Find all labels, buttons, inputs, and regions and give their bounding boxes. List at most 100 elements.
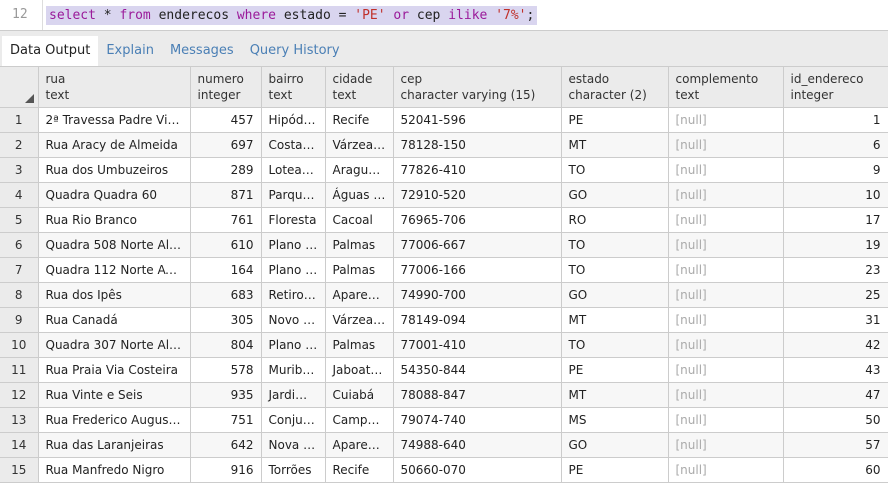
row-number[interactable]: 9	[0, 307, 39, 333]
table-row[interactable]: 3 Rua dos Umbuzeiros 289 Loteam... Araguaína…	[0, 157, 888, 183]
cell-complemento[interactable]: [null]	[668, 382, 784, 408]
cell-numero[interactable]: 289	[190, 157, 262, 183]
cell-cidade[interactable]: Cuiabá	[325, 382, 394, 408]
table-row[interactable]: 6 Quadra 508 Norte Ala... 610 Plano D... Pal…	[0, 232, 888, 258]
cell-estado[interactable]: PE	[561, 457, 669, 483]
cell-bairro[interactable]: Retiro d...	[261, 282, 326, 308]
row-number[interactable]: 5	[0, 207, 39, 233]
cell-estado[interactable]: MT	[561, 132, 669, 158]
cell-estado[interactable]: PE	[561, 107, 669, 133]
cell-numero[interactable]: 761	[190, 207, 262, 233]
column-header-cidade[interactable]: cidade text	[325, 67, 394, 108]
row-number[interactable]: 12	[0, 382, 39, 408]
cell-complemento[interactable]: [null]	[668, 332, 784, 358]
cell-cep[interactable]: 50660-070	[393, 457, 562, 483]
table-row[interactable]: 12 Rua Vinte e Seis 935 Jardim ... Cuiabá 780…	[0, 382, 888, 408]
cell-id_endereco[interactable]: 50	[783, 407, 888, 433]
cell-rua[interactable]: Quadra 508 Norte Ala...	[38, 232, 191, 258]
cell-id_endereco[interactable]: 17	[783, 207, 888, 233]
cell-id_endereco[interactable]: 9	[783, 157, 888, 183]
cell-bairro[interactable]: Floresta	[261, 207, 326, 233]
cell-estado[interactable]: TO	[561, 232, 669, 258]
cell-bairro[interactable]: Jardim ...	[261, 382, 326, 408]
cell-complemento[interactable]: [null]	[668, 357, 784, 383]
cell-numero[interactable]: 935	[190, 382, 262, 408]
cell-rua[interactable]: Rua Manfredo Nigro	[38, 457, 191, 483]
cell-complemento[interactable]: [null]	[668, 182, 784, 208]
cell-complemento[interactable]: [null]	[668, 132, 784, 158]
cell-rua[interactable]: Rua Aracy de Almeida	[38, 132, 191, 158]
cell-cep[interactable]: 78128-150	[393, 132, 562, 158]
cell-estado[interactable]: RO	[561, 207, 669, 233]
cell-numero[interactable]: 578	[190, 357, 262, 383]
cell-bairro[interactable]: Novo M...	[261, 307, 326, 333]
cell-bairro[interactable]: Nova Ol...	[261, 432, 326, 458]
cell-cep[interactable]: 74990-700	[393, 282, 562, 308]
cell-cep[interactable]: 77006-166	[393, 257, 562, 283]
cell-bairro[interactable]: Torrões	[261, 457, 326, 483]
cell-bairro[interactable]: Hipódr...	[261, 107, 326, 133]
row-number[interactable]: 8	[0, 282, 39, 308]
cell-numero[interactable]: 642	[190, 432, 262, 458]
cell-id_endereco[interactable]: 47	[783, 382, 888, 408]
cell-id_endereco[interactable]: 43	[783, 357, 888, 383]
table-row[interactable]: 11 Rua Praia Via Costeira 578 Muribeca Jaboa…	[0, 357, 888, 383]
tab-query-history[interactable]: Query History	[242, 36, 348, 66]
cell-cidade[interactable]: Várzea ...	[325, 132, 394, 158]
cell-numero[interactable]: 610	[190, 232, 262, 258]
column-header-complemento[interactable]: complemento text	[668, 67, 784, 108]
cell-rua[interactable]: Rua Canadá	[38, 307, 191, 333]
cell-estado[interactable]: MS	[561, 407, 669, 433]
select-all-corner[interactable]	[0, 67, 39, 108]
row-number[interactable]: 3	[0, 157, 39, 183]
cell-cidade[interactable]: Recife	[325, 457, 394, 483]
cell-estado[interactable]: TO	[561, 157, 669, 183]
cell-id_endereco[interactable]: 6	[783, 132, 888, 158]
cell-id_endereco[interactable]: 1	[783, 107, 888, 133]
tab-messages[interactable]: Messages	[162, 36, 242, 66]
cell-cidade[interactable]: Palmas	[325, 332, 394, 358]
row-number[interactable]: 6	[0, 232, 39, 258]
table-row[interactable]: 1 2ª Travessa Padre Vile... 457 Hipódr... Re…	[0, 107, 888, 133]
cell-cep[interactable]: 76965-706	[393, 207, 562, 233]
tab-data-output[interactable]: Data Output	[2, 36, 99, 66]
row-number[interactable]: 13	[0, 407, 39, 433]
table-row[interactable]: 5 Rua Rio Branco 761 Floresta Cacoal 76965-70…	[0, 207, 888, 233]
cell-bairro[interactable]: Plano D...	[261, 232, 326, 258]
cell-cep[interactable]: 78088-847	[393, 382, 562, 408]
cell-estado[interactable]: GO	[561, 282, 669, 308]
cell-numero[interactable]: 871	[190, 182, 262, 208]
tab-explain[interactable]: Explain	[98, 36, 162, 66]
sql-query-line[interactable]: select * from enderecos where estado = '…	[46, 5, 538, 25]
cell-bairro[interactable]: Parque ...	[261, 182, 326, 208]
cell-cidade[interactable]: Jaboatã...	[325, 357, 394, 383]
cell-rua[interactable]: Quadra 307 Norte Ala...	[38, 332, 191, 358]
cell-cep[interactable]: 77001-410	[393, 332, 562, 358]
column-header-bairro[interactable]: bairro text	[261, 67, 326, 108]
column-header-numero[interactable]: numero integer	[190, 67, 262, 108]
cell-cidade[interactable]: Várzea ...	[325, 307, 394, 333]
row-number[interactable]: 10	[0, 332, 39, 358]
table-row[interactable]: 8 Rua dos Ipês 683 Retiro d... Apareci... 749…	[0, 282, 888, 308]
column-header-estado[interactable]: estado character (2)	[561, 67, 669, 108]
cell-cidade[interactable]: Apareci...	[325, 282, 394, 308]
cell-estado[interactable]: PE	[561, 357, 669, 383]
cell-id_endereco[interactable]: 10	[783, 182, 888, 208]
cell-numero[interactable]: 457	[190, 107, 262, 133]
cell-complemento[interactable]: [null]	[668, 282, 784, 308]
cell-id_endereco[interactable]: 19	[783, 232, 888, 258]
cell-cidade[interactable]: Águas Li...	[325, 182, 394, 208]
column-header-id_endereco[interactable]: id_endereco integer	[783, 67, 888, 108]
table-row[interactable]: 13 Rua Frederico Augusto ... 751 Conjunt...…	[0, 407, 888, 433]
row-number[interactable]: 7	[0, 257, 39, 283]
cell-numero[interactable]: 683	[190, 282, 262, 308]
cell-id_endereco[interactable]: 60	[783, 457, 888, 483]
cell-complemento[interactable]: [null]	[668, 107, 784, 133]
cell-cidade[interactable]: Cacoal	[325, 207, 394, 233]
table-row[interactable]: 4 Quadra Quadra 60 871 Parque ... Águas Li..…	[0, 182, 888, 208]
cell-rua[interactable]: Rua Rio Branco	[38, 207, 191, 233]
cell-rua[interactable]: Rua Vinte e Seis	[38, 382, 191, 408]
column-header-rua[interactable]: rua text	[38, 67, 191, 108]
table-row[interactable]: 14 Rua das Laranjeiras 642 Nova Ol... Aparec…	[0, 432, 888, 458]
cell-bairro[interactable]: Plano D...	[261, 332, 326, 358]
